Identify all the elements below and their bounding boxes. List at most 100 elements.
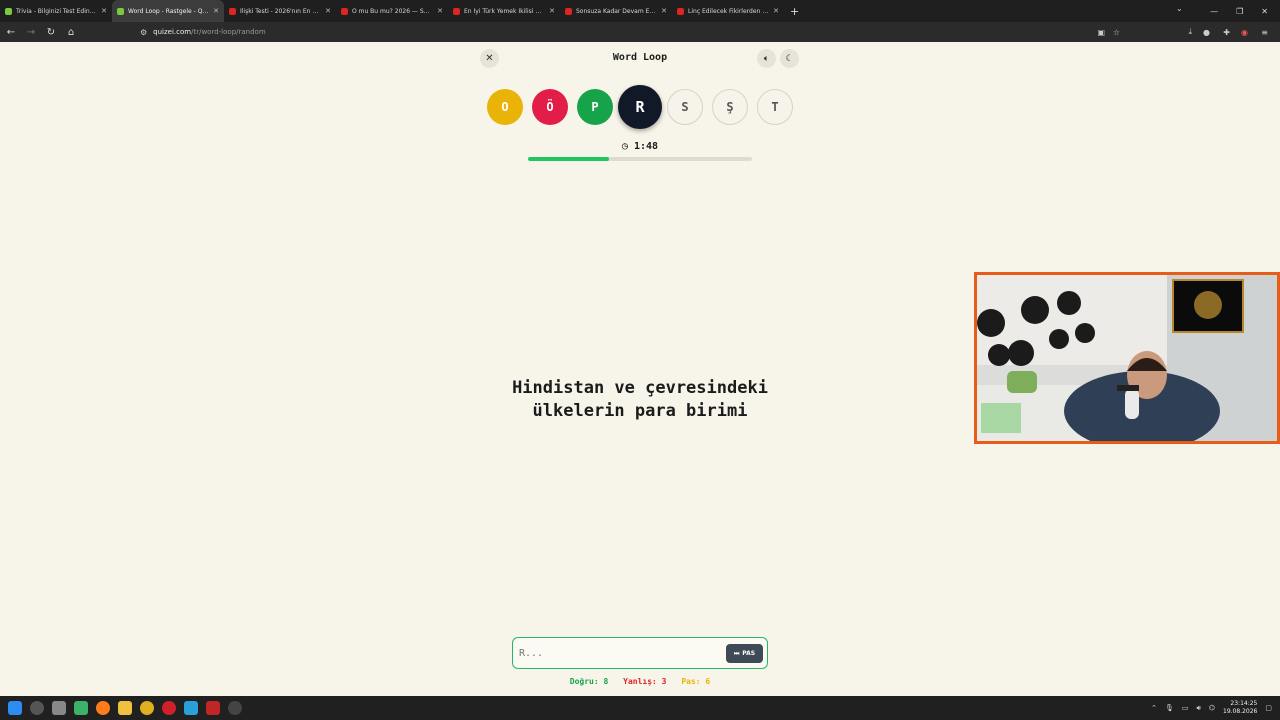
question-line-2: ülkelerin para birimi bbox=[532, 401, 748, 421]
os-taskbar: ⌃ 🎙︎ ▭ 🔊︎ ⌬ 23:14:25 19.08.2026 ▢ bbox=[0, 696, 1280, 720]
opera-icon[interactable] bbox=[162, 701, 176, 715]
tab-close-icon[interactable]: ✕ bbox=[773, 7, 779, 15]
search-icon[interactable] bbox=[30, 701, 44, 715]
close-icon: ✕ bbox=[485, 53, 494, 64]
browser-tab[interactable]: O mu Bu mu? 2026 — Sevgilinl ✕ bbox=[336, 0, 448, 22]
question-line-1: Hindistan ve çevresindeki bbox=[512, 378, 768, 398]
tab-close-icon[interactable]: ✕ bbox=[101, 7, 107, 15]
letter-circle-pending: Ş bbox=[712, 89, 748, 125]
new-tab-button[interactable]: + bbox=[790, 5, 799, 18]
tab-title: Trivia - Bilginizi Test Edin - Quiz bbox=[16, 7, 97, 15]
browser-tab[interactable]: İlişki Testi - 2026'nın En Viral Te ✕ bbox=[224, 0, 336, 22]
close-game-button[interactable]: ✕ bbox=[480, 49, 499, 68]
browser-tab[interactable]: Word Loop - Rastgele - Quizei ✕ bbox=[112, 0, 224, 22]
letter-circle-done: Ö bbox=[532, 89, 568, 125]
tab-close-icon[interactable]: ✕ bbox=[661, 7, 667, 15]
question-text: Hindistan ve çevresindeki ülkelerin para… bbox=[390, 377, 890, 423]
browser-tab[interactable]: Trivia - Bilginizi Test Edin - Quiz ✕ bbox=[0, 0, 112, 22]
score-summary: Doğru: 8 Yanlış: 3 Pas: 6 bbox=[540, 677, 740, 686]
clock-time: 23:14:25 bbox=[1230, 700, 1258, 707]
tab-favicon-icon bbox=[453, 7, 460, 15]
menu-icon[interactable]: ≡ bbox=[1261, 28, 1268, 37]
window-controls: — ❐ ✕ bbox=[1210, 0, 1280, 22]
clock[interactable]: 23:14:25 19.08.2026 bbox=[1223, 700, 1257, 716]
account-avatar-icon[interactable]: ◉ bbox=[1241, 28, 1248, 37]
tab-close-icon[interactable]: ✕ bbox=[437, 7, 443, 15]
pass-button[interactable]: ⏭︎ PAS bbox=[726, 644, 763, 663]
display-icon[interactable]: ▭ bbox=[1182, 704, 1189, 712]
timer-value: 1:48 bbox=[633, 141, 659, 152]
browser-tab[interactable]: Sonsuza Kadar Devam Edecek ✕ bbox=[560, 0, 672, 22]
tab-close-icon[interactable]: ✕ bbox=[325, 7, 331, 15]
letter-circle-done: P bbox=[577, 89, 613, 125]
time-progress-bar bbox=[528, 157, 752, 161]
network-icon[interactable]: ⌬ bbox=[1209, 704, 1215, 712]
forward-icon[interactable]: → bbox=[22, 27, 40, 38]
webcam-feed-image bbox=[977, 275, 1277, 441]
obs-icon[interactable] bbox=[206, 701, 220, 715]
answer-input[interactable] bbox=[519, 645, 719, 661]
browser-tab[interactable]: En İyi Türk Yemek İkilisi Hangisi ✕ bbox=[448, 0, 560, 22]
close-window-icon[interactable]: ✕ bbox=[1261, 7, 1268, 16]
tab-title: Sonsuza Kadar Devam Edecek bbox=[576, 7, 657, 15]
copilot-icon[interactable] bbox=[74, 701, 88, 715]
tab-title: Linç Edilecek Fikirlerden Hangis bbox=[688, 7, 769, 15]
browser-tab[interactable]: Linç Edilecek Fikirlerden Hangis ✕ bbox=[672, 0, 784, 22]
time-progress-fill bbox=[528, 157, 609, 161]
pass-count: Pas: 6 bbox=[681, 677, 711, 686]
site-info-icon[interactable]: ⚙ bbox=[140, 28, 147, 37]
system-tray: ⌃ 🎙︎ ▭ 🔊︎ ⌬ 23:14:25 19.08.2026 ▢ bbox=[1151, 696, 1272, 720]
letter-circle-current: R bbox=[618, 85, 662, 129]
url-field[interactable]: ⚙ quizei.com/tr/word-loop/random bbox=[140, 28, 266, 37]
restore-icon[interactable]: ❐ bbox=[1236, 7, 1243, 16]
settings-icon[interactable] bbox=[228, 701, 242, 715]
back-icon[interactable]: ← bbox=[2, 27, 20, 38]
moon-icon: ☾ bbox=[785, 53, 794, 64]
letter-circle-done: O bbox=[487, 89, 523, 125]
reload-icon[interactable]: ↻ bbox=[42, 27, 60, 38]
bookmark-star-icon[interactable]: ☆ bbox=[1113, 28, 1120, 37]
mic-icon[interactable]: 🎙︎ bbox=[1165, 704, 1174, 712]
sound-toggle-button[interactable]: 🔈︎ bbox=[757, 49, 776, 68]
volume-icon[interactable]: 🔊︎ bbox=[1196, 704, 1200, 713]
url-path: /tr/word-loop/random bbox=[191, 28, 266, 36]
tab-favicon-icon bbox=[229, 7, 236, 15]
tab-favicon-icon bbox=[677, 7, 684, 15]
correct-count: Doğru: 8 bbox=[569, 677, 609, 686]
tab-favicon-icon bbox=[5, 7, 12, 15]
theme-toggle-button[interactable]: ☾ bbox=[780, 49, 799, 68]
chrome-icon[interactable] bbox=[140, 701, 154, 715]
browser-tab-bar: Trivia - Bilginizi Test Edin - Quiz✕Word… bbox=[0, 0, 1280, 22]
profile-icon[interactable]: ● bbox=[1203, 28, 1210, 37]
tray-chevron-icon[interactable]: ⌃ bbox=[1151, 704, 1157, 712]
answer-box: ⏭︎ PAS bbox=[512, 637, 768, 669]
tab-close-icon[interactable]: ✕ bbox=[549, 7, 555, 15]
home-icon[interactable]: ⌂ bbox=[62, 27, 80, 38]
minimize-icon[interactable]: — bbox=[1210, 7, 1218, 16]
firefox-icon[interactable] bbox=[96, 701, 110, 715]
notifications-icon[interactable]: ▢ bbox=[1265, 704, 1272, 712]
letter-circle-pending: T bbox=[757, 89, 793, 125]
letter-track: OÖPRSŞT bbox=[487, 85, 793, 129]
address-bar: ← → ↻ ⌂ ⚙ quizei.com/tr/word-loop/random bbox=[0, 22, 1280, 42]
download-icon[interactable]: ⤓ bbox=[1188, 27, 1192, 37]
pass-label: PAS bbox=[742, 650, 756, 657]
url-host: quizei.com bbox=[153, 28, 192, 36]
game-title: Word Loop bbox=[612, 52, 668, 63]
tab-favicon-icon bbox=[341, 7, 348, 15]
tab-search-icon[interactable]: ⌄ bbox=[1176, 4, 1183, 13]
task-view-icon[interactable] bbox=[52, 701, 66, 715]
notepad-icon[interactable] bbox=[184, 701, 198, 715]
skip-icon: ⏭︎ bbox=[733, 649, 740, 657]
screenshot-icon[interactable]: ▣ bbox=[1097, 28, 1105, 37]
tab-close-icon[interactable]: ✕ bbox=[213, 7, 219, 15]
extensions-icon[interactable]: ✚ bbox=[1223, 28, 1230, 37]
start-icon[interactable] bbox=[8, 701, 22, 715]
file-explorer-icon[interactable] bbox=[118, 701, 132, 715]
tab-title: İlişki Testi - 2026'nın En Viral Te bbox=[240, 7, 321, 15]
webcam-overlay bbox=[974, 272, 1280, 444]
tab-strip: Trivia - Bilginizi Test Edin - Quiz✕Word… bbox=[0, 0, 784, 22]
letter-circle-pending: S bbox=[667, 89, 703, 125]
tab-favicon-icon bbox=[117, 7, 124, 15]
clock-date: 19.08.2026 bbox=[1223, 708, 1258, 715]
